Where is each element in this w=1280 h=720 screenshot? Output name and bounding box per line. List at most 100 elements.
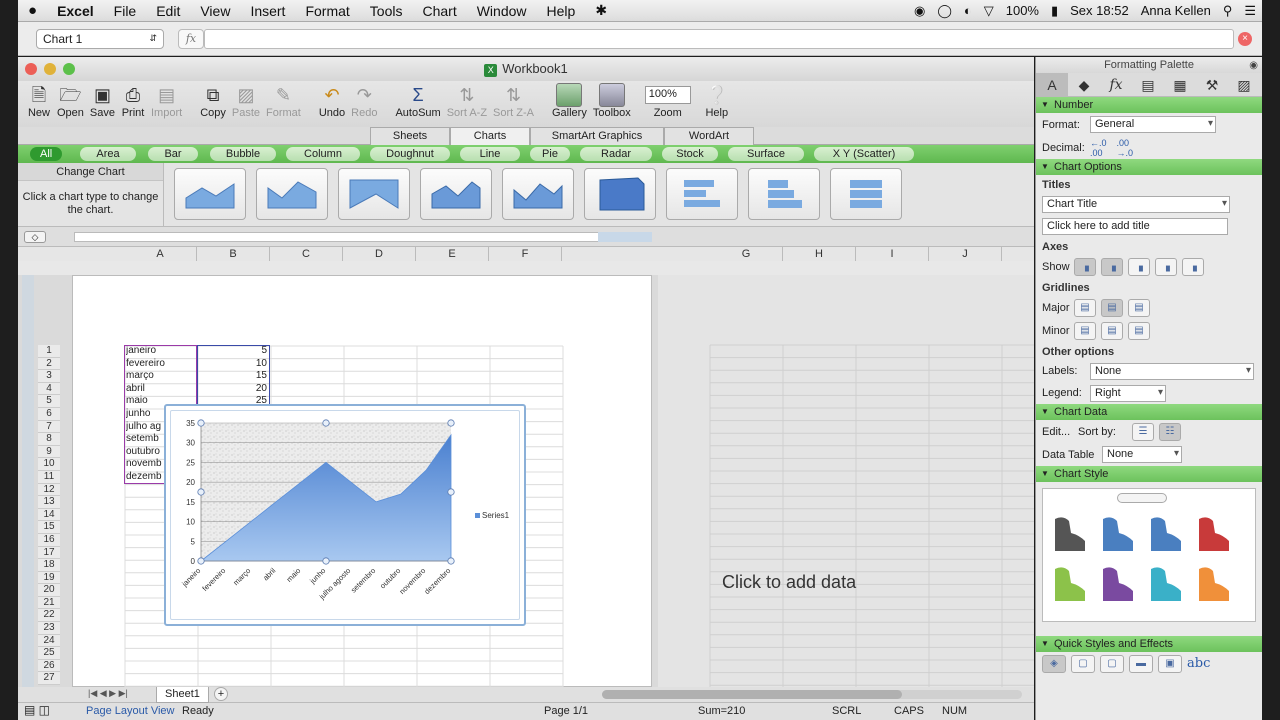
- add-sheet-icon[interactable]: +: [214, 687, 228, 701]
- row-header[interactable]: 9: [38, 445, 60, 459]
- sort-by-rows-icon[interactable]: ☰: [1132, 422, 1154, 441]
- row-header[interactable]: 19: [38, 571, 60, 585]
- row-header[interactable]: 21: [38, 596, 60, 610]
- apple-menu-icon[interactable]: ●: [18, 2, 47, 19]
- axis-horizontal-icon[interactable]: ▗: [1074, 257, 1096, 276]
- script-menu-icon[interactable]: ✱: [585, 2, 617, 19]
- row-header[interactable]: 14: [38, 508, 60, 522]
- shadow-style-icon[interactable]: ▢: [1071, 654, 1095, 673]
- menu-insert[interactable]: Insert: [240, 3, 295, 19]
- undo-button[interactable]: ↶ Undo: [316, 81, 348, 127]
- page-2[interactable]: [658, 275, 1034, 687]
- sort-by-columns-icon[interactable]: ☷: [1159, 422, 1181, 441]
- resize-handle[interactable]: [197, 557, 205, 565]
- area-thumb-4[interactable]: [420, 168, 492, 220]
- chart-type-column[interactable]: Column: [286, 147, 360, 161]
- column-header-b[interactable]: B: [197, 247, 270, 261]
- formula-input[interactable]: [204, 28, 1234, 49]
- reference-tools-icon[interactable]: ▦: [1164, 73, 1196, 96]
- cell-a[interactable]: março: [126, 370, 196, 383]
- chart-title-select[interactable]: Chart Title: [1042, 195, 1230, 213]
- column-header-d[interactable]: D: [343, 247, 416, 261]
- row-header[interactable]: 25: [38, 647, 60, 660]
- section-chart-data[interactable]: Chart Data: [1036, 404, 1262, 420]
- chart-type-bar-button[interactable]: Bar: [148, 147, 198, 161]
- compatibility-icon[interactable]: ⚒: [1196, 73, 1228, 96]
- toolbox-button[interactable]: Toolbox: [590, 81, 634, 127]
- resize-handle[interactable]: [322, 419, 330, 427]
- project-palette-icon[interactable]: ▨: [1228, 73, 1260, 96]
- column-header-e[interactable]: E: [416, 247, 489, 261]
- record-icon[interactable]: ◉: [908, 3, 931, 19]
- autosum-button[interactable]: Σ AutoSum: [392, 81, 443, 127]
- notification-list-icon[interactable]: ☰: [1238, 3, 1262, 19]
- style-scroll-up-icon[interactable]: [1117, 493, 1167, 503]
- menu-window[interactable]: Window: [467, 3, 537, 19]
- fill-style-icon[interactable]: ◈: [1042, 654, 1066, 673]
- worksheet-area[interactable]: 1 2 3 4 5 6 7 8 9 10 11 12 13 14 15 16 17 18 19 20 21 22 23 24 2…: [18, 275, 1034, 688]
- tab-sheets[interactable]: Sheets: [370, 127, 450, 145]
- resize-handle[interactable]: [447, 488, 455, 496]
- copy-button[interactable]: ⧉ Copy: [197, 81, 229, 127]
- clock[interactable]: Sex 18:52: [1064, 3, 1135, 18]
- chart-type-bubble[interactable]: Bubble: [210, 147, 276, 161]
- bar-thumb-3[interactable]: [830, 168, 902, 220]
- row-header[interactable]: 6: [38, 407, 60, 421]
- cell-b[interactable]: 10: [199, 358, 267, 371]
- axis-secondary-horizontal-icon[interactable]: ▗: [1155, 257, 1177, 276]
- app-menu[interactable]: Excel: [47, 3, 104, 19]
- area-thumb-1[interactable]: [174, 168, 246, 220]
- row-header[interactable]: 7: [38, 420, 60, 434]
- row-header[interactable]: 27: [38, 672, 60, 686]
- row-header[interactable]: 15: [38, 521, 60, 534]
- axis-secondary-vertical-icon[interactable]: ▗: [1182, 257, 1204, 276]
- sort-ascending-button[interactable]: ⇅ Sort A-Z: [444, 81, 490, 127]
- data-table-select[interactable]: None: [1102, 446, 1182, 463]
- row-header[interactable]: 20: [38, 584, 60, 597]
- menu-help[interactable]: Help: [537, 3, 586, 19]
- cell-a[interactable]: fevereiro: [126, 358, 196, 371]
- column-header-h[interactable]: H: [783, 247, 856, 261]
- chart-type-stock[interactable]: Stock: [662, 147, 718, 161]
- row-header[interactable]: 5: [38, 395, 60, 408]
- chart-type-xy-scatter[interactable]: X Y (Scatter): [814, 147, 914, 161]
- chart-object[interactable]: 0 5 10 15 20 25 30 35 janeiro fevereiro março abri…: [164, 404, 526, 626]
- area-thumb-2[interactable]: [256, 168, 328, 220]
- help-button[interactable]: ❔ Help: [702, 81, 732, 127]
- bar-thumb-2[interactable]: [748, 168, 820, 220]
- user-name[interactable]: Anna Kellen: [1135, 3, 1217, 18]
- menu-chart[interactable]: Chart: [412, 3, 466, 19]
- battery-icon[interactable]: ▮: [1045, 3, 1064, 19]
- bar-thumb-1[interactable]: [666, 168, 738, 220]
- major-depth-gridlines-icon[interactable]: ▤: [1128, 298, 1150, 317]
- row-header[interactable]: 17: [38, 546, 60, 560]
- row-header[interactable]: 12: [38, 483, 60, 497]
- tab-charts[interactable]: Charts: [450, 127, 530, 145]
- chart-title-input[interactable]: Click here to add title: [1042, 217, 1228, 235]
- new-button[interactable]: 🗎 New: [24, 81, 54, 127]
- row-header[interactable]: 1: [38, 345, 60, 358]
- row-header[interactable]: 3: [38, 370, 60, 383]
- sheet-nav-arrows-icon[interactable]: |◀ ◀ ▶ ▶|: [88, 688, 128, 699]
- axis-vertical-icon[interactable]: ▗: [1101, 257, 1123, 276]
- function-icon[interactable]: fx: [178, 28, 204, 49]
- section-quick-styles[interactable]: Quick Styles and Effects: [1036, 636, 1262, 652]
- zoom-control[interactable]: 100% Zoom: [642, 81, 694, 127]
- status-sum[interactable]: Sum=210: [698, 705, 745, 717]
- row-header[interactable]: 22: [38, 609, 60, 623]
- chart-style-swatch[interactable]: [1099, 513, 1137, 553]
- data-labels-select[interactable]: None: [1090, 362, 1254, 380]
- column-header-i[interactable]: I: [856, 247, 929, 261]
- sort-descending-button[interactable]: ⇅ Sort Z-A: [490, 81, 537, 127]
- increase-decimal-icon[interactable]: ←.0.00: [1090, 138, 1107, 158]
- chart-type-doughnut[interactable]: Doughnut: [370, 147, 450, 161]
- horizontal-scrollbar[interactable]: [602, 690, 1022, 699]
- tab-wordart[interactable]: WordArt: [664, 127, 754, 145]
- chart-style-swatch[interactable]: [1147, 563, 1185, 603]
- chart-style-swatch[interactable]: [1051, 513, 1089, 553]
- row-header[interactable]: 11: [38, 470, 60, 484]
- name-box-stepper-icon[interactable]: ⇵: [149, 33, 157, 44]
- chart-style-swatch[interactable]: [1147, 513, 1185, 553]
- scrapbook-icon[interactable]: ▤: [1132, 73, 1164, 96]
- row-header[interactable]: 10: [38, 458, 60, 471]
